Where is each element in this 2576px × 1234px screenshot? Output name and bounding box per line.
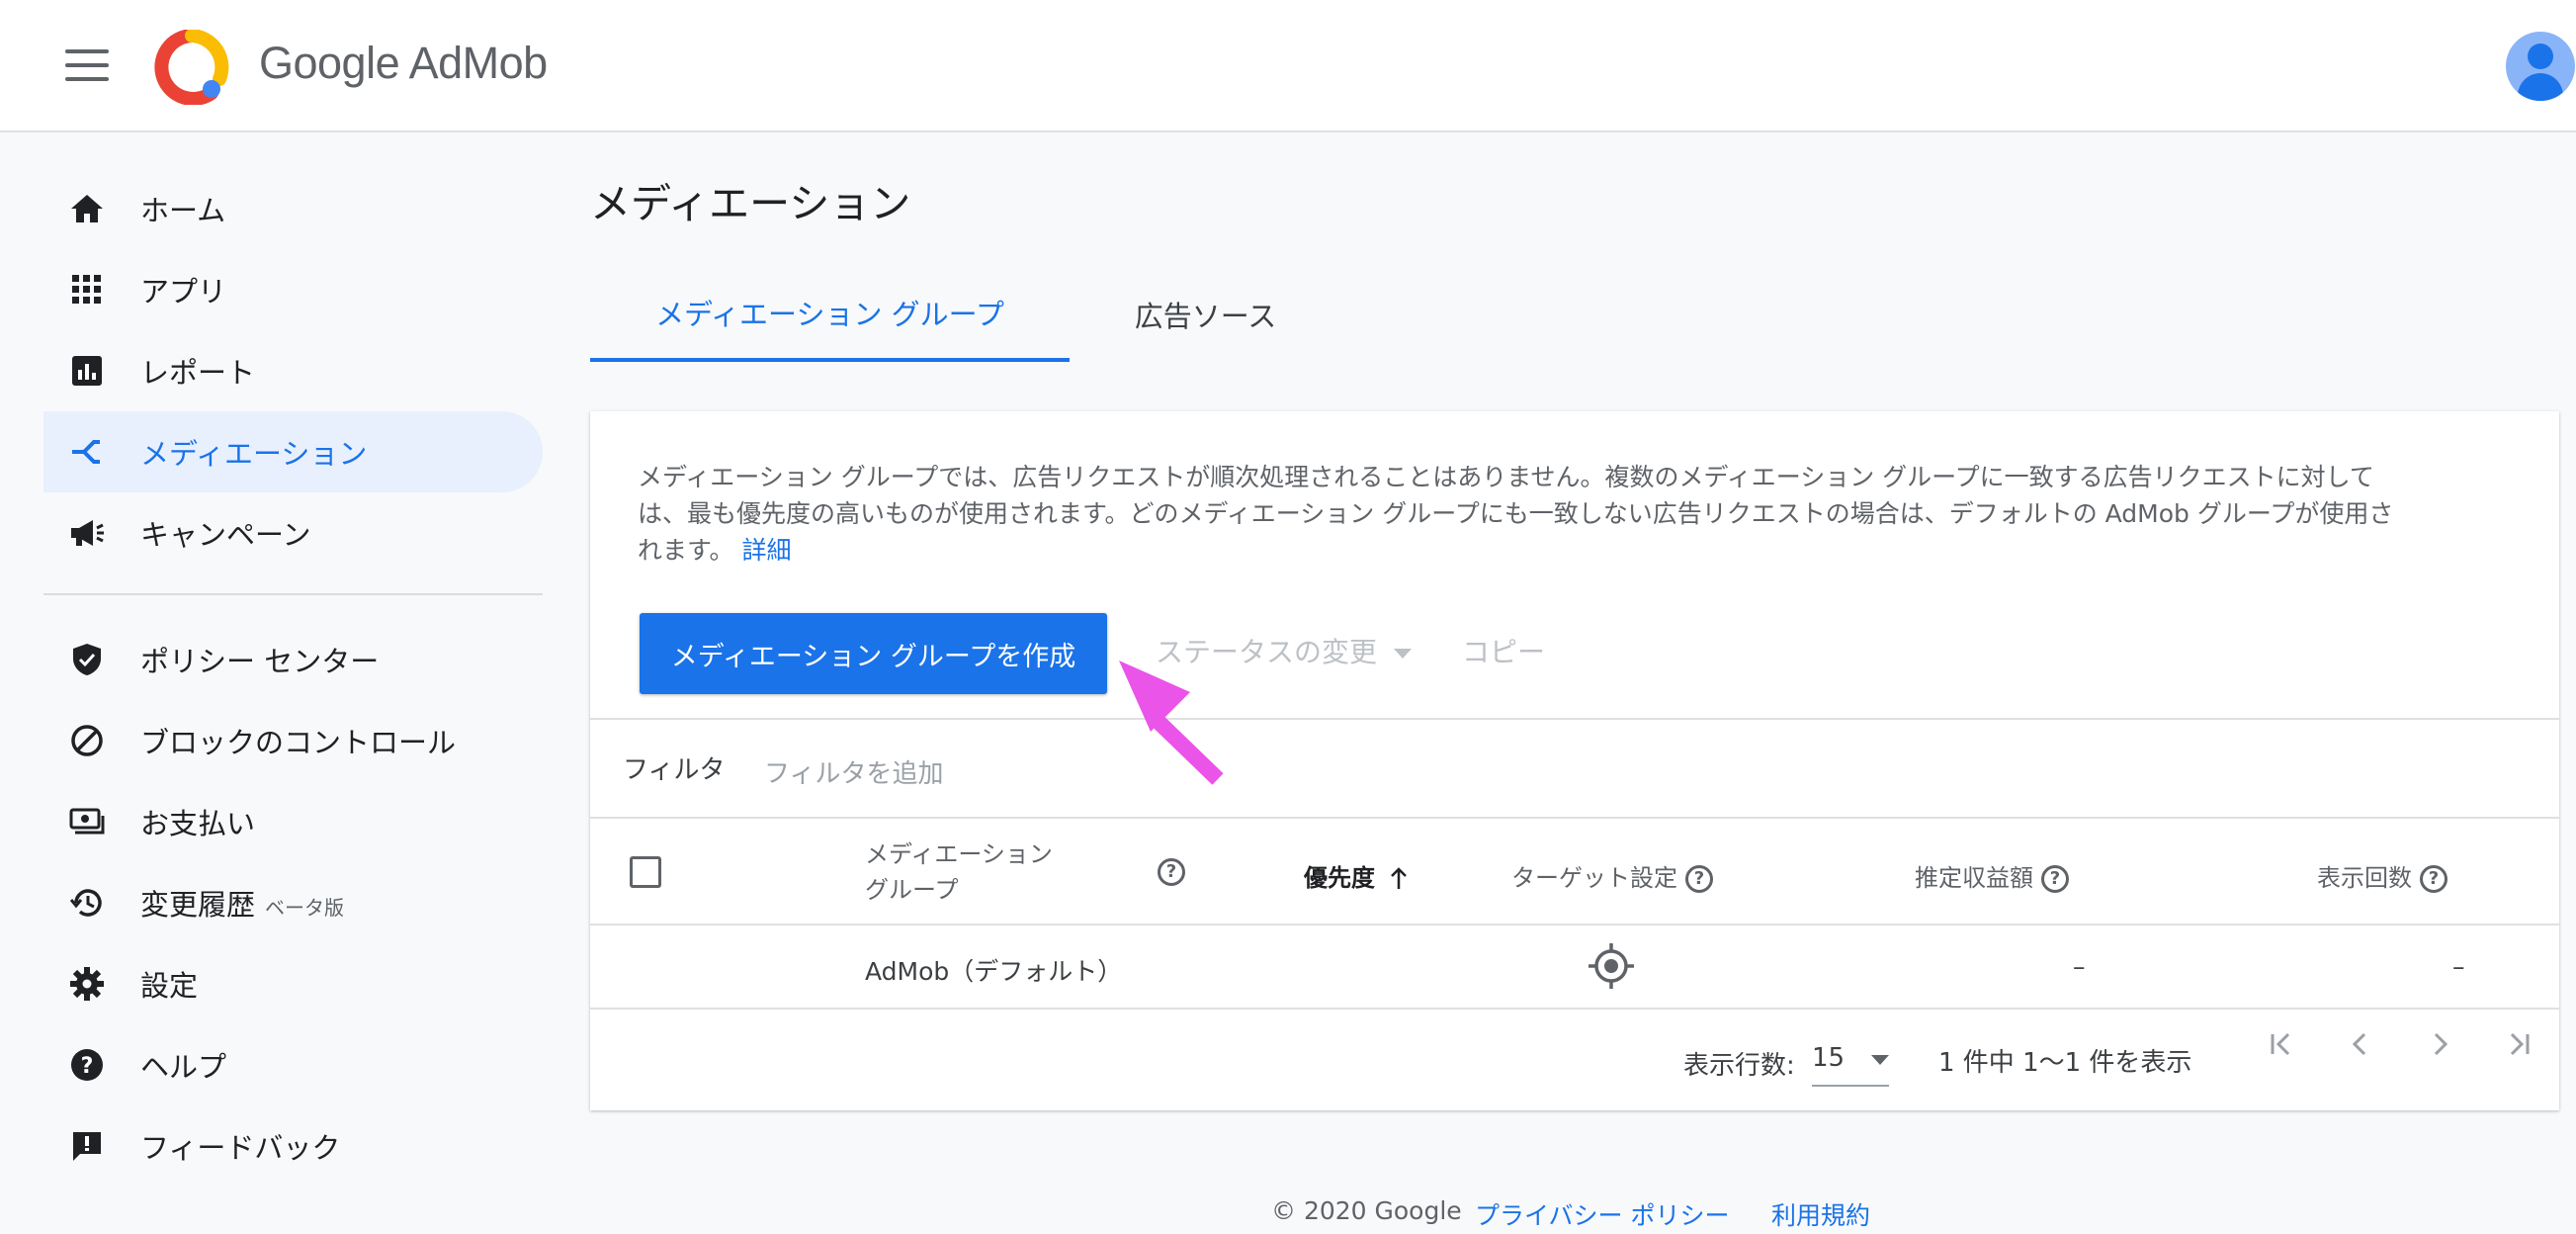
sidebar-item-label: フィードバック <box>140 1131 341 1165</box>
admob-logo <box>154 30 229 105</box>
divider <box>590 817 2559 819</box>
sidebar-item-label: 変更履歴 ベータ版 <box>140 888 345 922</box>
description-text: メディエーション グループでは、広告リクエストが順次処理されることはありません。… <box>638 463 2394 565</box>
copyright-text: © 2020 Google <box>1271 1196 1462 1225</box>
column-header-revenue[interactable]: 推定収益額? <box>1915 858 2069 893</box>
divider <box>590 924 2559 926</box>
column-header-impressions[interactable]: 表示回数? <box>2317 858 2447 893</box>
copy-button[interactable]: コピー <box>1462 631 1545 670</box>
report-chart-icon <box>67 351 107 391</box>
history-icon <box>67 883 107 923</box>
select-all-checkbox[interactable] <box>630 856 661 888</box>
sidebar-item-label: ホーム <box>140 194 226 227</box>
rows-per-page-label: 表示行数: <box>1683 1051 1795 1081</box>
sidebar-item-label: アプリ <box>140 275 227 308</box>
home-icon <box>67 189 107 228</box>
mediation-groups-card: メディエーション グループでは、広告リクエストが順次処理されることはありません。… <box>590 411 2559 1110</box>
sidebar-item-mediation[interactable]: メディエーション <box>43 411 543 492</box>
divider <box>590 1008 2559 1010</box>
help-icon: ? <box>67 1045 107 1085</box>
sidebar-item-feedback[interactable]: フィードバック <box>43 1105 543 1187</box>
help-circle-icon[interactable]: ? <box>2420 865 2447 893</box>
block-icon <box>67 721 107 760</box>
column-header-priority[interactable]: 優先度 <box>1304 858 1409 893</box>
create-mediation-group-button[interactable]: メディエーション グループを作成 <box>640 613 1107 694</box>
sidebar-item-label: キャンペーン <box>140 518 311 552</box>
tab-bar: メディエーション グループ 広告ソース <box>590 267 1579 362</box>
sidebar-item-label: ブロックのコントロール <box>140 726 457 759</box>
sidebar-item-change-history[interactable]: 変更履歴 ベータ版 <box>43 862 543 943</box>
prev-page-icon[interactable] <box>2340 1024 2379 1064</box>
target-icon <box>1589 943 1634 989</box>
tab-ad-sources[interactable]: 広告ソース <box>1070 267 1341 362</box>
dropdown-arrow-icon <box>1871 1055 1889 1065</box>
column-header-targeting[interactable]: ターゲット設定? <box>1511 858 1713 893</box>
column-header-group-name[interactable]: メディエーション グループ <box>865 837 1053 908</box>
help-circle-icon[interactable]: ? <box>1158 858 1185 886</box>
tab-mediation-groups[interactable]: メディエーション グループ <box>590 267 1070 362</box>
sort-arrow-up-icon <box>1391 867 1408 889</box>
sidebar-item-reports[interactable]: レポート <box>43 330 543 411</box>
details-link[interactable]: 詳細 <box>741 536 791 565</box>
sidebar-item-policy-center[interactable]: ポリシー センター <box>43 619 543 700</box>
sidebar-item-label: ポリシー センター <box>140 645 380 678</box>
feedback-icon <box>67 1126 107 1166</box>
table-row-name[interactable]: AdMob（デフォルト） <box>865 952 1122 988</box>
help-circle-icon[interactable]: ? <box>2041 865 2069 893</box>
user-avatar[interactable] <box>2506 32 2575 101</box>
dropdown-arrow-icon <box>1393 649 1412 659</box>
first-page-icon[interactable] <box>2261 1024 2300 1064</box>
table-cell-impressions: – <box>2452 952 2465 981</box>
filter-input[interactable]: フィルタを追加 <box>764 753 943 790</box>
sidebar-item-label: ヘルプ <box>140 1050 227 1084</box>
divider <box>590 718 2559 720</box>
mediation-icon <box>67 432 107 472</box>
sidebar-item-home[interactable]: ホーム <box>43 168 543 249</box>
sidebar-item-campaigns[interactable]: キャンペーン <box>43 492 543 573</box>
sidebar-item-label: レポート <box>140 356 256 390</box>
gear-icon <box>67 964 107 1004</box>
megaphone-icon <box>67 513 107 553</box>
top-app-bar: Google AdMob <box>0 0 2576 132</box>
pagination-range: 1 件中 1〜1 件を表示 <box>1938 1048 2192 1078</box>
hamburger-menu-icon[interactable] <box>65 49 109 83</box>
sidebar-nav: ホーム アプリ レポート メディエーション キャンペーン ポリシー センター ブ… <box>43 168 543 1187</box>
brand-name: Google AdMob <box>259 38 548 88</box>
sidebar-item-blocking-controls[interactable]: ブロックのコントロール <box>43 700 543 781</box>
sidebar-item-help[interactable]: ? ヘルプ <box>43 1024 543 1105</box>
next-page-icon[interactable] <box>2421 1024 2460 1064</box>
last-page-icon[interactable] <box>2500 1024 2539 1064</box>
sidebar-item-label: メディエーション <box>140 437 368 471</box>
help-circle-icon[interactable]: ? <box>1685 865 1713 893</box>
terms-link[interactable]: 利用規約 <box>1771 1196 1870 1232</box>
privacy-policy-link[interactable]: プライバシー ポリシー <box>1475 1196 1729 1232</box>
sidebar-divider <box>43 593 543 595</box>
apps-grid-icon <box>67 270 107 309</box>
payments-icon <box>67 802 107 841</box>
beta-badge: ベータ版 <box>265 896 345 920</box>
shield-icon <box>67 640 107 679</box>
sidebar-item-label: お支払い <box>140 807 256 840</box>
sidebar-item-payments[interactable]: お支払い <box>43 781 543 862</box>
rows-per-page-select[interactable]: 15 <box>1812 1043 1889 1087</box>
sidebar-item-apps[interactable]: アプリ <box>43 249 543 330</box>
page-title: メディエーション <box>590 180 911 227</box>
filter-label: フィルタ <box>623 755 726 785</box>
sidebar-item-label: 設定 <box>140 969 199 1003</box>
svg-text:?: ? <box>81 1054 94 1079</box>
sidebar-item-settings[interactable]: 設定 <box>43 943 543 1024</box>
table-cell-revenue: – <box>2073 952 2086 981</box>
annotation-arrow-icon <box>1119 661 1224 785</box>
